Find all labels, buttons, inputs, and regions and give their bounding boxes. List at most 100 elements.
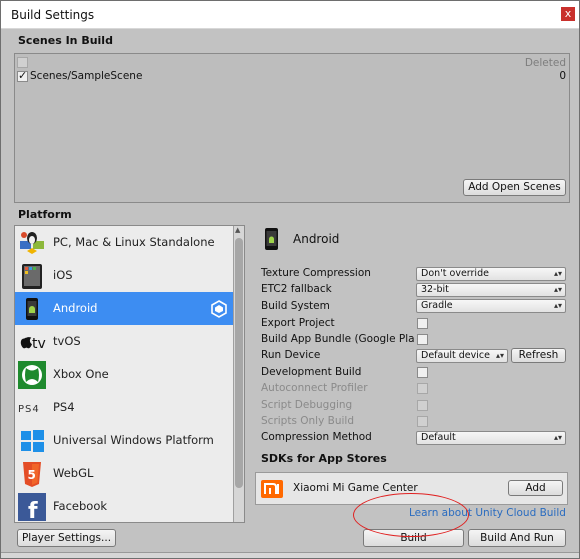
scene-include-checkbox[interactable] <box>17 69 28 82</box>
texture-compression-row: Texture Compression <box>261 267 371 283</box>
compression-method-row: Compression Method <box>261 431 372 447</box>
scene-name: Scenes/SampleScene <box>30 70 143 82</box>
script-debugging-label: Script Debugging <box>261 399 353 411</box>
script-debugging-row: Script Debugging <box>261 399 352 415</box>
scripts-only-build-checkbox <box>417 416 428 427</box>
development-build-checkbox[interactable] <box>417 367 428 378</box>
sdks-for-app-stores-label: SDKs for App Stores <box>261 452 387 465</box>
close-button[interactable]: x <box>561 7 575 21</box>
unity-active-platform-icon <box>210 300 228 321</box>
build-system-row: Build System <box>261 300 330 316</box>
window-title: Build Settings <box>11 8 95 22</box>
compression-method-value: Default <box>421 432 456 443</box>
texture-compression-dropdown[interactable]: Don't override ▴▾ <box>416 267 566 281</box>
etc2-fallback-label: ETC2 fallback <box>261 283 332 295</box>
platform-item-ps4[interactable]: PS4 PS4 <box>15 391 235 424</box>
autoconnect-profiler-label: Autoconnect Profiler <box>261 382 368 394</box>
dropdown-arrow-icon: ▴▾ <box>553 285 562 294</box>
platform-label-standalone: PC, Mac & Linux Standalone <box>53 235 215 249</box>
scene-row[interactable]: Scenes/SampleScene 0 <box>17 69 567 84</box>
build-settings-window: Build Settings x Scenes In Build Deleted… <box>0 0 580 559</box>
compression-method-dropdown[interactable]: Default ▴▾ <box>416 431 566 445</box>
ps4-icon: PS4 <box>18 394 50 422</box>
development-build-row: Development Build <box>261 366 361 382</box>
run-device-row: Run Device <box>261 349 320 365</box>
platform-item-facebook[interactable]: f Facebook <box>15 490 235 522</box>
development-build-label: Development Build <box>261 366 362 378</box>
export-project-label: Export Project <box>261 317 335 329</box>
svg-text:f: f <box>28 499 38 521</box>
run-device-value: Default device <box>421 350 490 361</box>
underlying-editor-strip <box>1 552 579 558</box>
ios-icon <box>18 262 46 290</box>
etc2-fallback-value: 32-bit <box>421 284 449 295</box>
pc-mac-linux-icon <box>18 229 46 257</box>
etc2-fallback-row: ETC2 fallback <box>261 283 332 299</box>
build-and-run-button[interactable]: Build And Run <box>468 529 566 547</box>
windows-icon <box>18 427 46 455</box>
platform-item-ios[interactable]: iOS <box>15 259 235 292</box>
platform-label-ps4: PS4 <box>53 400 75 414</box>
title-bar: Build Settings x <box>1 1 579 29</box>
add-open-scenes-button[interactable]: Add Open Scenes <box>463 179 566 196</box>
dropdown-arrow-icon: ▴▾ <box>553 433 562 442</box>
scenes-in-build-label: Scenes In Build <box>18 34 113 47</box>
platform-item-android[interactable]: Android <box>15 292 235 325</box>
texture-compression-value: Don't override <box>421 268 489 279</box>
platform-item-uwp[interactable]: Universal Windows Platform <box>15 424 235 457</box>
etc2-fallback-dropdown[interactable]: 32-bit ▴▾ <box>416 283 566 297</box>
texture-compression-label: Texture Compression <box>261 267 371 279</box>
tvos-icon: tv <box>18 328 46 356</box>
dropdown-arrow-icon: ▴▾ <box>553 301 562 310</box>
platform-label-webgl: WebGL <box>53 466 94 480</box>
run-device-label: Run Device <box>261 349 321 361</box>
player-settings-button[interactable]: Player Settings... <box>17 529 116 547</box>
scenes-header-checkbox <box>17 57 28 68</box>
build-system-value: Gradle <box>421 300 453 311</box>
build-app-bundle-row: Build App Bundle (Google Play) <box>261 333 414 349</box>
window-content: Scenes In Build Deleted Scenes/SampleSce… <box>1 29 579 558</box>
add-sdk-button[interactable]: Add <box>508 480 563 496</box>
platform-list-scrollbar[interactable]: ▲ <box>233 226 244 522</box>
build-app-bundle-label: Build App Bundle (Google Play) <box>261 333 414 345</box>
dropdown-arrow-icon: ▴▾ <box>553 269 562 278</box>
platform-label-facebook: Facebook <box>53 499 108 513</box>
platform-label-uwp: Universal Windows Platform <box>53 433 214 447</box>
build-app-bundle-checkbox[interactable] <box>417 334 428 345</box>
platform-list[interactable]: PC, Mac & Linux Standalone iOS Android t… <box>14 225 245 523</box>
compression-method-label: Compression Method <box>261 431 372 443</box>
scrollbar-thumb[interactable] <box>235 238 243 488</box>
export-project-row: Export Project <box>261 317 335 333</box>
xiaomi-sdk-name: Xiaomi Mi Game Center <box>293 482 418 494</box>
scene-index: 0 <box>559 70 566 82</box>
platform-label-ios: iOS <box>53 268 73 282</box>
autoconnect-profiler-row: Autoconnect Profiler <box>261 382 368 398</box>
export-project-checkbox[interactable] <box>417 318 428 329</box>
xiaomi-mi-icon <box>261 480 283 501</box>
deleted-column-header: Deleted <box>524 57 566 69</box>
sdk-row-xiaomi: Xiaomi Mi Game Center Add <box>255 472 568 505</box>
build-button[interactable]: Build <box>363 529 464 547</box>
platform-item-xbox-one[interactable]: Xbox One <box>15 358 235 391</box>
build-system-dropdown[interactable]: Gradle ▴▾ <box>416 299 566 313</box>
scroll-up-icon[interactable]: ▲ <box>235 226 240 234</box>
platform-item-standalone[interactable]: PC, Mac & Linux Standalone <box>15 226 235 259</box>
autoconnect-profiler-checkbox <box>417 383 428 394</box>
platform-label-tvos: tvOS <box>53 334 81 348</box>
cloud-build-link[interactable]: Learn about Unity Cloud Build <box>409 507 566 519</box>
scripts-only-build-label: Scripts Only Build <box>261 415 355 427</box>
run-device-dropdown[interactable]: Default device ▴▾ <box>416 349 508 363</box>
android-settings-header: Android <box>293 232 340 246</box>
html5-icon: 5 <box>18 460 46 488</box>
facebook-icon: f <box>18 493 46 522</box>
platform-item-tvos[interactable]: tv tvOS <box>15 325 235 358</box>
build-system-label: Build System <box>261 300 330 312</box>
platform-label: Platform <box>18 208 72 221</box>
android-icon <box>18 295 46 323</box>
dropdown-arrow-icon: ▴▾ <box>495 351 504 360</box>
platform-label-android: Android <box>53 301 98 315</box>
refresh-button[interactable]: Refresh <box>511 348 566 363</box>
platform-item-webgl[interactable]: 5 WebGL <box>15 457 235 490</box>
scripts-only-build-row: Scripts Only Build <box>261 415 354 431</box>
android-header-icon <box>263 227 281 254</box>
